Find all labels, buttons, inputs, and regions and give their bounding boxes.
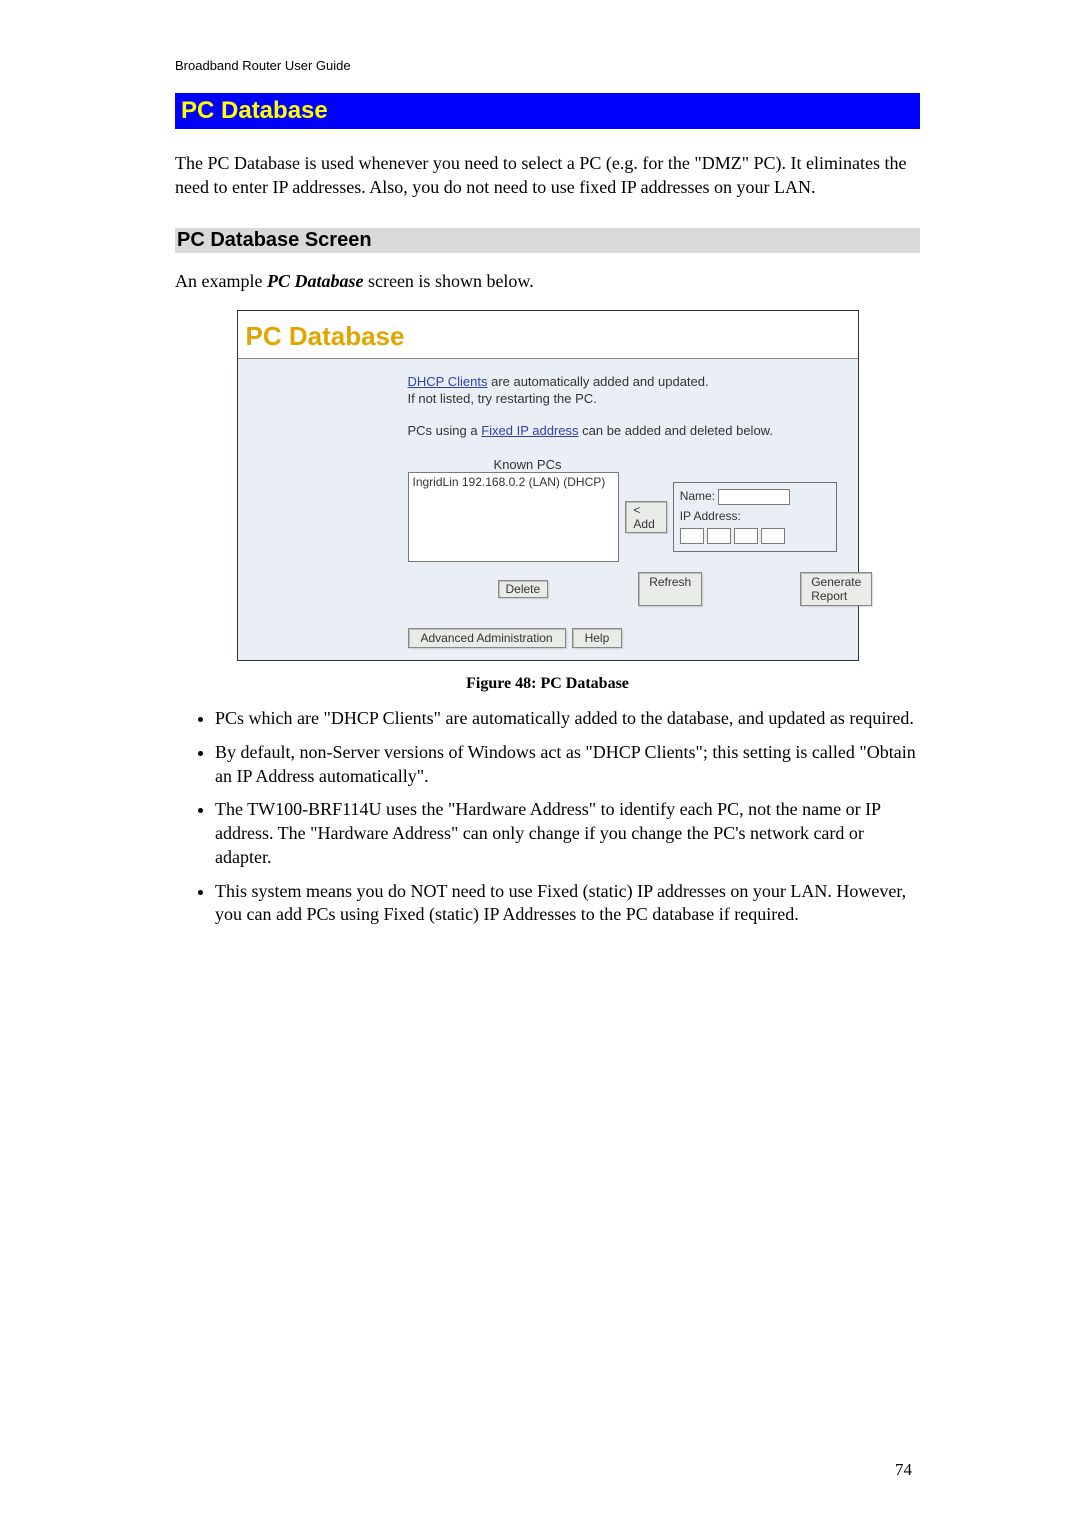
known-pcs-item[interactable]: IngridLin 192.168.0.2 (LAN) (DHCP) xyxy=(413,475,615,489)
fixed-ip-pre: PCs using a xyxy=(408,423,482,438)
ip-octet-4[interactable] xyxy=(761,528,785,544)
document-page: Broadband Router User Guide PC Database … xyxy=(0,0,1080,1528)
restart-pc-line: If not listed, try restarting the PC. xyxy=(408,390,838,408)
ip-address-fields xyxy=(680,528,785,544)
delete-button[interactable]: Delete xyxy=(498,580,549,598)
dhcp-clients-line: DHCP Clients are automatically added and… xyxy=(408,373,838,391)
name-ip-panel: Name: IP Address: xyxy=(673,482,838,552)
example-pre: An example xyxy=(175,271,267,291)
generate-report-button[interactable]: Generate Report xyxy=(800,572,872,606)
delete-row: Delete Refresh Generate Report xyxy=(408,572,838,606)
section-title-banner: PC Database xyxy=(175,93,920,129)
example-bold: PC Database xyxy=(267,271,364,291)
ip-octet-2[interactable] xyxy=(707,528,731,544)
document-header: Broadband Router User Guide xyxy=(175,58,920,73)
page-number: 74 xyxy=(895,1460,912,1480)
list-item: This system means you do NOT need to use… xyxy=(215,880,920,928)
dhcp-clients-link[interactable]: DHCP Clients xyxy=(408,374,488,389)
list-item: The TW100-BRF114U uses the "Hardware Add… xyxy=(215,798,920,869)
screenshot-title: PC Database xyxy=(238,311,858,359)
subheading-pc-database-screen: PC Database Screen xyxy=(175,228,920,253)
ip-address-label: IP Address: xyxy=(680,509,741,523)
example-post: screen is shown below. xyxy=(363,271,533,291)
known-pcs-area: Known PCs IngridLin 192.168.0.2 (LAN) (D… xyxy=(408,457,838,648)
list-item: By default, non-Server versions of Windo… xyxy=(215,741,920,789)
pc-database-screenshot: PC Database DHCP Clients are automatical… xyxy=(237,310,859,662)
add-button-wrap: < Add xyxy=(625,501,666,533)
known-pcs-label: Known PCs xyxy=(408,457,648,472)
example-line: An example PC Database screen is shown b… xyxy=(175,271,920,292)
name-input[interactable] xyxy=(718,489,790,505)
add-button[interactable]: < Add xyxy=(625,501,666,533)
ip-octet-3[interactable] xyxy=(734,528,758,544)
screenshot-wrapper: PC Database DHCP Clients are automatical… xyxy=(175,310,920,662)
known-pcs-listbox[interactable]: IngridLin 192.168.0.2 (LAN) (DHCP) xyxy=(408,472,620,562)
name-label: Name: xyxy=(680,489,715,503)
refresh-button[interactable]: Refresh xyxy=(638,572,702,606)
list-item: PCs which are "DHCP Clients" are automat… xyxy=(215,707,920,731)
advanced-administration-button[interactable]: Advanced Administration xyxy=(408,628,566,648)
figure-caption: Figure 48: PC Database xyxy=(175,675,920,693)
help-button[interactable]: Help xyxy=(572,628,623,648)
fixed-ip-link[interactable]: Fixed IP address xyxy=(481,423,578,438)
dhcp-clients-rest: are automatically added and updated. xyxy=(487,374,708,389)
bottom-button-row: Advanced Administration Help xyxy=(408,628,838,648)
known-pcs-row: IngridLin 192.168.0.2 (LAN) (DHCP) < Add… xyxy=(408,472,838,562)
fixed-ip-line: PCs using a Fixed IP address can be adde… xyxy=(408,422,838,440)
right-buttons: Refresh Generate Report xyxy=(548,572,872,606)
screenshot-body: DHCP Clients are automatically added and… xyxy=(238,359,858,661)
fixed-ip-post: can be added and deleted below. xyxy=(579,423,773,438)
ip-octet-1[interactable] xyxy=(680,528,704,544)
intro-paragraph: The PC Database is used whenever you nee… xyxy=(175,151,920,200)
bullet-list: PCs which are "DHCP Clients" are automat… xyxy=(175,707,920,927)
